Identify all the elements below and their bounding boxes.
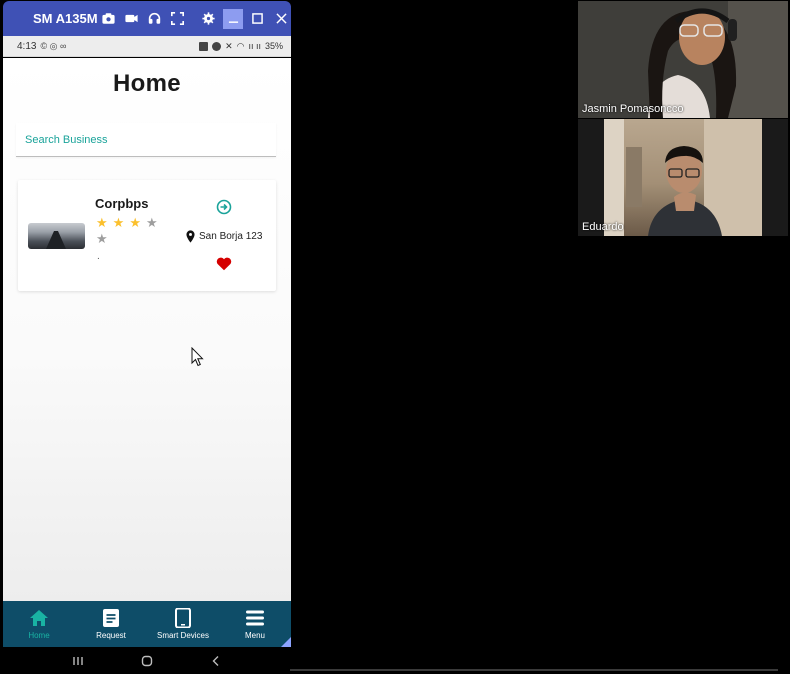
nav-label: Request xyxy=(96,631,126,640)
mirror-toolbar xyxy=(99,10,217,28)
business-thumbnail xyxy=(28,223,85,249)
search-input[interactable] xyxy=(16,123,276,156)
participant-video xyxy=(604,119,762,236)
headset-icon[interactable] xyxy=(145,10,163,28)
search-field[interactable] xyxy=(16,123,276,157)
video-icon[interactable] xyxy=(122,10,140,28)
video-tile-jasmin[interactable]: Jasmin Pomasoncco xyxy=(578,1,788,118)
back-icon[interactable] xyxy=(209,654,223,668)
app-screen: Home Corpbps ★ ★ ★ ★ ★ . xyxy=(3,58,291,601)
nav-label: Home xyxy=(28,631,50,640)
status-time: 4:13 xyxy=(17,40,37,52)
star-icon: ★ xyxy=(129,215,141,230)
divider xyxy=(290,669,778,671)
rating-stars: ★ ★ ★ ★ ★ xyxy=(96,216,166,246)
bottom-navigation: Home Request Smart Devices Menu xyxy=(3,601,291,647)
business-card[interactable]: Corpbps ★ ★ ★ ★ ★ . San Borja 123 xyxy=(18,180,276,291)
business-detail: . xyxy=(97,251,100,262)
fullscreen-icon[interactable] xyxy=(168,10,186,28)
page-title: Home xyxy=(113,70,181,97)
briefcase-icon xyxy=(199,41,209,51)
mouse-cursor-icon xyxy=(191,347,204,367)
battery-level: 35% xyxy=(264,41,283,51)
video-tile-eduardo[interactable]: Eduardo xyxy=(578,119,788,236)
nav-item-smart-devices[interactable]: Smart Devices xyxy=(147,601,219,647)
screen: SM A135M 4:13 © ◎ ∞ ✕ ◠ ıı ıı 35% Home S… xyxy=(0,0,790,674)
mirror-titlebar[interactable]: SM A135M xyxy=(3,1,291,36)
android-status-bar: 4:13 © ◎ ∞ ✕ ◠ ıı ıı 35% xyxy=(3,36,291,57)
device-name: SM A135M xyxy=(33,11,98,26)
close-icon[interactable] xyxy=(271,9,291,29)
home-button-icon[interactable] xyxy=(140,654,154,668)
signal-icon: ıı ıı xyxy=(248,41,261,51)
nav-item-request[interactable]: Request xyxy=(75,601,147,647)
participant-video xyxy=(578,1,788,118)
resize-handle[interactable] xyxy=(281,637,291,647)
notification-icons: © ◎ ∞ xyxy=(40,40,67,51)
settings-status-icon xyxy=(212,41,222,51)
star-icon: ★ xyxy=(145,215,158,230)
arrow-circle-right-icon[interactable] xyxy=(216,199,232,215)
star-icon: ★ xyxy=(96,215,108,230)
business-name: Corpbps xyxy=(95,196,149,211)
heart-icon[interactable] xyxy=(216,256,232,271)
phone-mirror-window: SM A135M 4:13 © ◎ ∞ ✕ ◠ ıı ıı 35% Home S… xyxy=(3,1,291,674)
window-controls xyxy=(223,8,291,29)
maximize-icon[interactable] xyxy=(247,9,267,29)
camera-icon[interactable] xyxy=(99,10,117,28)
location-text: San Borja 123 xyxy=(199,231,263,242)
home-icon xyxy=(30,610,48,626)
star-icon: ★ xyxy=(112,215,125,230)
document-icon xyxy=(103,609,119,627)
status-right: ✕ ◠ ıı ıı 35% xyxy=(199,41,283,52)
business-location: San Borja 123 xyxy=(185,230,262,243)
hamburger-icon xyxy=(246,610,264,626)
nav-label: Smart Devices xyxy=(156,631,209,640)
mute-icon: ✕ xyxy=(225,40,233,51)
location-pin-icon xyxy=(186,230,195,243)
recents-icon[interactable] xyxy=(71,654,85,668)
tablet-icon xyxy=(175,608,191,628)
wifi-icon: ◠ xyxy=(236,40,245,51)
participant-name: Eduardo xyxy=(582,221,624,233)
gear-icon[interactable] xyxy=(199,10,217,28)
nav-label: Menu xyxy=(244,631,265,640)
nav-item-home[interactable]: Home xyxy=(3,601,75,647)
android-system-nav xyxy=(3,647,291,674)
participant-name: Jasmin Pomasoncco xyxy=(582,103,684,115)
minimize-icon[interactable] xyxy=(223,8,243,29)
star-icon: ★ xyxy=(96,231,108,246)
